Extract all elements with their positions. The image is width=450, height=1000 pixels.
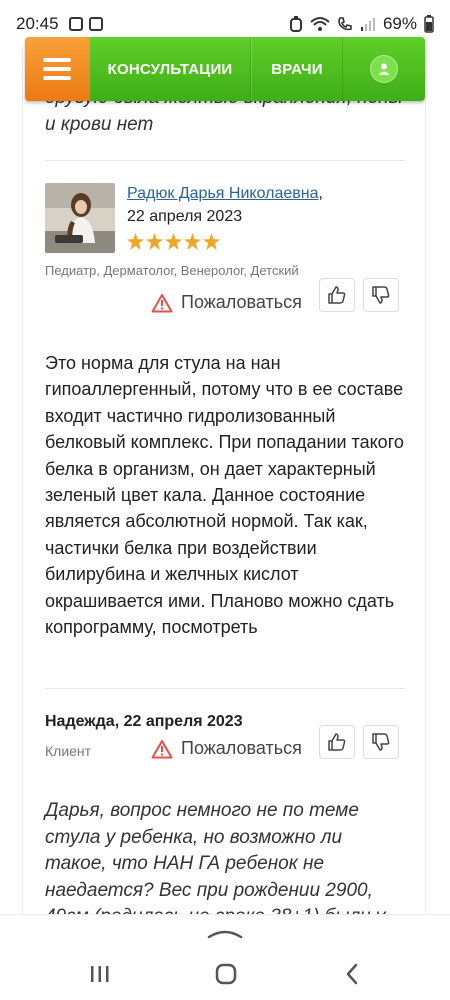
back-icon[interactable] [345,963,359,985]
star-icon [203,233,220,250]
home-icon[interactable] [215,963,237,985]
call-icon [338,17,352,31]
star-icon [127,233,144,250]
rating-stars [127,233,220,250]
menu-button[interactable] [25,37,89,101]
app-notification-icon [88,17,103,31]
status-time: 20:45 [16,14,59,33]
doctor-name-link[interactable]: Радюк Дарья Николаевна, [127,185,323,203]
recent-apps-icon[interactable] [89,965,111,983]
alarm-icon [289,16,302,32]
battery-icon [424,15,434,33]
nav-doctors[interactable]: ВРАЧИ [251,37,343,101]
doctor-name-comma: , [318,185,323,202]
user-icon [370,55,398,83]
client-role: Клиент [45,743,92,759]
dislike-button[interactable] [363,278,399,312]
complain-button[interactable]: Пожаловаться [151,292,302,313]
message-divider [45,160,405,161]
client-name-date: Надежда, 22 апреля 2023 [45,713,243,730]
complain-label: Пожаловаться [181,738,302,758]
thumbs-down-icon [372,286,390,304]
hamburger-icon [43,53,71,85]
star-icon [165,233,182,250]
nav-consultations[interactable]: КОНСУЛЬТАЦИИ [89,37,251,101]
wifi-icon [310,17,330,31]
thumbs-down-icon [372,733,390,751]
dislike-button[interactable] [363,725,399,759]
complain-label: Пожаловаться [181,292,302,312]
like-button[interactable] [319,725,355,759]
message-divider [45,688,405,689]
thumbs-up-icon [328,733,346,751]
warning-icon [151,739,173,758]
star-icon [184,233,201,250]
doctor-name[interactable]: Радюк Дарья Николаевна [127,185,318,202]
like-button[interactable] [319,278,355,312]
doctor-answer-text: Это норма для стула на нан гипоаллергенн… [45,353,404,638]
chevron-up-icon[interactable] [205,925,245,941]
doctor-specialties: Педиатр, Дерматолог, Венеролог, Детский [45,263,299,278]
profile-button[interactable] [343,37,425,101]
answer-date: 22 апреля 2023 [127,208,243,225]
top-navigation: КОНСУЛЬТАЦИИ ВРАЧИ [25,37,425,101]
battery-percent: 69% [382,14,417,33]
doctor-avatar[interactable] [45,183,115,253]
gallery-notification-icon [68,17,83,31]
warning-icon [151,293,173,312]
star-icon [146,233,163,250]
consultation-thread: другую была желтые вкрапления, пены и кр… [22,48,426,914]
client-question-text: Дарья, вопрос немного не по теме стула у… [45,800,385,914]
signal-icon [360,18,375,31]
thumbs-up-icon [328,286,346,304]
system-navigation [0,914,450,1000]
complain-button[interactable]: Пожаловаться [151,738,302,759]
